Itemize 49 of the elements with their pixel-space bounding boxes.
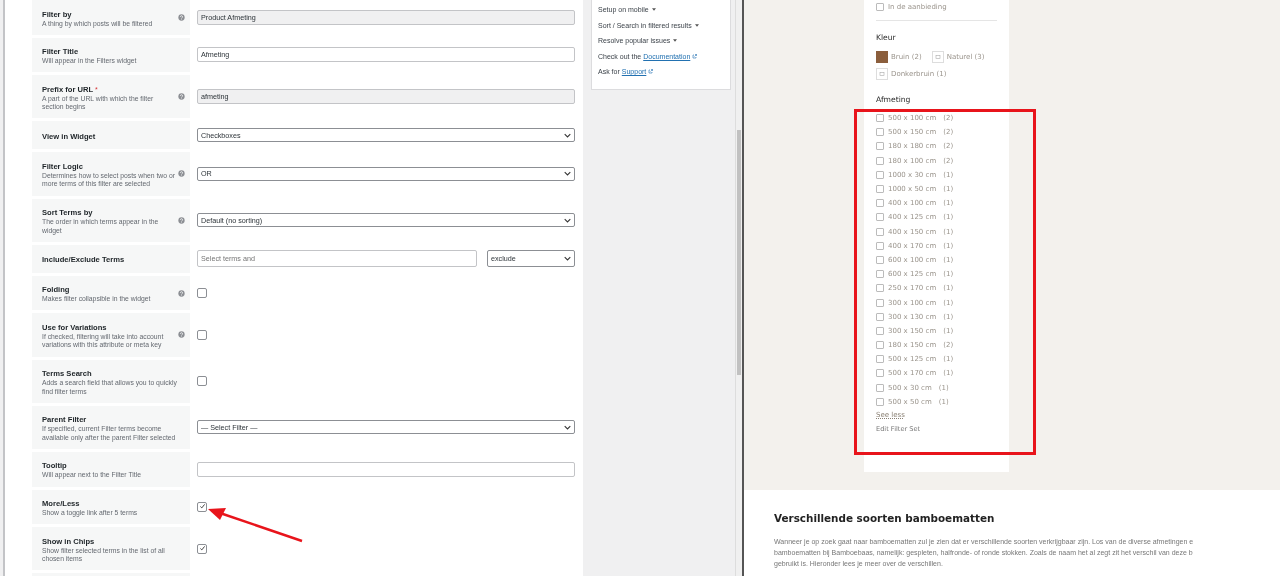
- caret-icon: [651, 8, 656, 12]
- checkbox[interactable]: [197, 288, 207, 299]
- checkbox[interactable]: [876, 355, 884, 364]
- checkbox[interactable]: [876, 142, 884, 151]
- chevron-icon: [564, 256, 571, 262]
- checkbox[interactable]: [876, 397, 884, 406]
- help-icon[interactable]: [178, 170, 185, 178]
- checkbox[interactable]: [876, 185, 884, 194]
- checkbox[interactable]: [876, 383, 884, 392]
- checkbox[interactable]: [876, 170, 884, 179]
- checkbox[interactable]: [876, 369, 884, 378]
- checkbox[interactable]: [876, 312, 884, 321]
- checkbox[interactable]: [876, 114, 884, 123]
- checkbox[interactable]: [197, 501, 207, 512]
- external-link-icon: [648, 69, 654, 75]
- checkbox[interactable]: [876, 199, 884, 208]
- color-swatch[interactable]: [876, 51, 888, 63]
- checkbox[interactable]: [876, 2, 884, 11]
- checkbox[interactable]: [876, 284, 884, 293]
- checkbox[interactable]: [197, 329, 207, 340]
- checkbox[interactable]: [197, 376, 207, 387]
- help-icon[interactable]: [178, 13, 185, 21]
- checkbox[interactable]: [876, 326, 884, 335]
- caret-icon: [673, 39, 678, 43]
- help-icon[interactable]: [178, 216, 185, 224]
- article-heading: Verschillende soorten bamboematten: [774, 512, 996, 524]
- image-icon[interactable]: [931, 51, 944, 63]
- scrollbar[interactable]: [734, 0, 742, 576]
- checkbox[interactable]: [876, 255, 884, 264]
- chevron-icon: [564, 171, 571, 177]
- chevron-icon: [564, 217, 571, 223]
- image-icon[interactable]: [876, 68, 888, 80]
- checkbox[interactable]: [876, 241, 884, 250]
- help-icon[interactable]: [178, 93, 185, 101]
- checkbox[interactable]: [876, 227, 884, 236]
- checkbox[interactable]: [197, 543, 207, 554]
- text-field[interactable]: [197, 461, 575, 477]
- checkbox[interactable]: [876, 213, 884, 222]
- checkbox[interactable]: [876, 128, 884, 137]
- help-icon[interactable]: [178, 289, 185, 297]
- checkbox[interactable]: [876, 298, 884, 307]
- checkbox[interactable]: [876, 156, 884, 165]
- checkbox[interactable]: [876, 270, 884, 279]
- caret-icon: [694, 23, 699, 27]
- chevron-icon: [564, 132, 571, 138]
- chevron-icon: [564, 424, 571, 430]
- help-icon[interactable]: [178, 331, 185, 339]
- checkbox[interactable]: [876, 341, 884, 350]
- external-link-icon: [692, 53, 698, 59]
